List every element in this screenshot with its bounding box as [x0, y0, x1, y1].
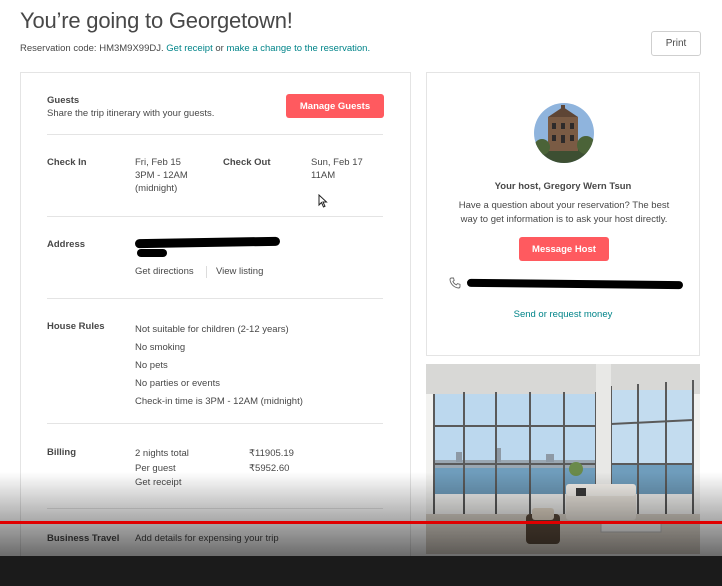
- link-separator: [206, 266, 207, 278]
- nights-total-label: 2 nights total: [135, 448, 189, 459]
- host-photo-image: [534, 103, 594, 163]
- redacted-address: [134, 236, 281, 249]
- print-button[interactable]: Print: [651, 31, 701, 56]
- house-rule-item: No parties or events: [135, 378, 221, 389]
- manage-guests-button[interactable]: Manage Guests: [286, 94, 384, 118]
- reservation-code: Reservation code: HM3M9X99DJ.: [20, 43, 164, 54]
- check-out-date: Sun, Feb 17: [311, 157, 363, 168]
- host-avatar: [534, 103, 594, 163]
- message-host-button[interactable]: Message Host: [519, 237, 609, 261]
- billing-receipt-link[interactable]: Get receipt: [135, 476, 181, 489]
- host-help-text: Have a question about your reservation? …: [458, 200, 670, 225]
- itinerary-card: Guests Share the trip itinerary with you…: [20, 72, 411, 572]
- listing-image: [426, 364, 700, 554]
- check-in-label: Check In: [47, 157, 87, 168]
- get-directions-link[interactable]: Get directions: [135, 265, 194, 278]
- get-receipt-link[interactable]: Get receipt: [166, 43, 212, 54]
- check-in-date: Fri, Feb 15: [135, 157, 181, 168]
- check-in-time: 3PM - 12AM: [135, 170, 188, 181]
- reservation-line: Reservation code: HM3M9X99DJ. Get receip…: [20, 43, 370, 54]
- per-guest-label: Per guest: [135, 463, 176, 474]
- divider: [47, 216, 383, 217]
- view-listing-link[interactable]: View listing: [216, 265, 263, 278]
- check-out-label: Check Out: [223, 157, 271, 168]
- divider: [47, 134, 383, 135]
- business-travel-link[interactable]: Add details for expensing your trip: [135, 532, 279, 545]
- house-rule-item: No pets: [135, 360, 168, 371]
- send-request-money-link[interactable]: Send or request money: [427, 309, 699, 320]
- nights-total-value: ₹11905.19: [249, 448, 294, 459]
- per-guest-value: ₹5952.60: [249, 463, 290, 474]
- page-title: You’re going to Georgetown!: [20, 8, 293, 33]
- house-rules-list: Not suitable for children (2-12 years) N…: [135, 321, 303, 411]
- guests-subtitle: Share the trip itinerary with your guest…: [47, 108, 215, 119]
- phone-icon: [449, 277, 461, 289]
- house-rule-item: Not suitable for children (2-12 years): [135, 324, 289, 335]
- listing-photo[interactable]: [426, 364, 700, 554]
- redacted-address-2: [137, 249, 167, 257]
- billing-label: Billing: [47, 447, 77, 458]
- mouse-cursor-icon: [318, 194, 328, 208]
- house-rule-item: Check-in time is 3PM - 12AM (midnight): [135, 396, 303, 407]
- address-label: Address: [47, 239, 86, 250]
- video-controls-bar: [0, 556, 722, 586]
- host-name: Your host, Gregory Wern Tsun: [494, 181, 632, 192]
- host-card: Your host, Gregory Wern Tsun Have a ques…: [426, 72, 700, 356]
- divider: [47, 508, 383, 509]
- video-progress-bar[interactable]: [0, 521, 722, 524]
- or-text: or: [215, 43, 224, 54]
- divider: [47, 423, 383, 424]
- check-out-time: 11AM: [311, 170, 336, 181]
- house-rule-item: No smoking: [135, 342, 186, 353]
- business-travel-label: Business Travel: [47, 533, 120, 544]
- change-reservation-link[interactable]: make a change to the reservation.: [226, 43, 370, 54]
- divider: [47, 298, 383, 299]
- house-rules-label: House Rules: [47, 321, 105, 332]
- redacted-phone: [466, 278, 684, 290]
- guests-heading: Guests: [47, 95, 80, 106]
- check-in-note: (midnight): [135, 183, 178, 194]
